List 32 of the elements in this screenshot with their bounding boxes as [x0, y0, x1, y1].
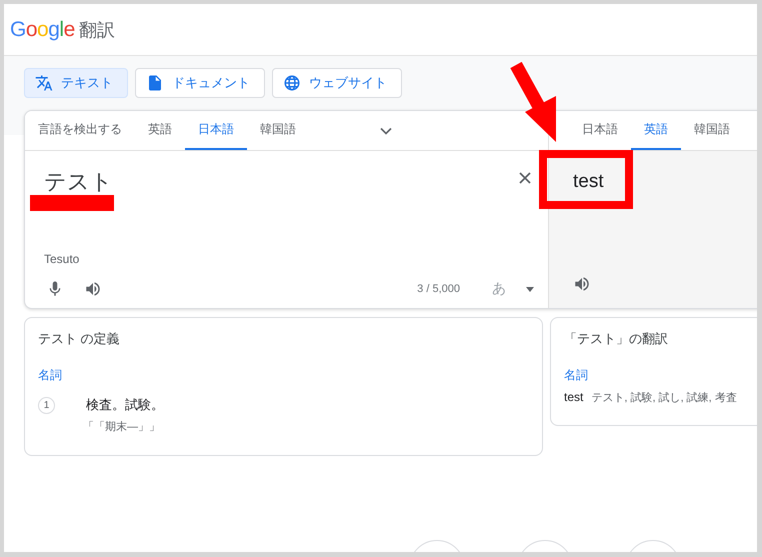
- close-icon[interactable]: [518, 171, 532, 185]
- definition-text: 検査。試験。: [86, 396, 164, 414]
- speaker-icon[interactable]: [573, 275, 591, 293]
- document-icon: [146, 74, 164, 92]
- google-logo[interactable]: Google: [10, 18, 75, 42]
- app-title: 翻訳: [78, 18, 115, 42]
- translated-text: test: [573, 171, 605, 193]
- caret-icon[interactable]: [526, 286, 534, 292]
- language-tab[interactable]: 韓国語: [247, 111, 309, 150]
- language-tab[interactable]: 韓国語: [681, 111, 743, 150]
- language-tab[interactable]: 言語を検出する: [25, 111, 135, 150]
- part-of-speech: 名詞: [564, 367, 589, 384]
- transliteration: Tesuto: [44, 252, 80, 266]
- definition-number: 1: [38, 397, 55, 414]
- translate-icon: [35, 74, 53, 92]
- language-tab[interactable]: 英語: [135, 111, 185, 150]
- language-tab[interactable]: 日本語: [569, 111, 631, 150]
- language-tab[interactable]: 日本語: [185, 111, 247, 150]
- globe-icon: [283, 74, 301, 92]
- speaker-icon[interactable]: [84, 280, 102, 298]
- mode-tab[interactable]: ウェブサイト: [272, 68, 402, 98]
- character-count: 3 / 5,000: [417, 283, 460, 295]
- input-tool-label[interactable]: あ: [492, 280, 506, 298]
- translation-word: test: [564, 390, 584, 405]
- part-of-speech: 名詞: [38, 367, 63, 384]
- translations-title: 「テスト」の翻訳: [564, 330, 669, 348]
- mode-tab[interactable]: ドキュメント: [135, 68, 265, 98]
- definition-title: テスト の定義: [38, 330, 121, 348]
- mode-tab[interactable]: テキスト: [24, 68, 128, 98]
- reverse-translations: テスト, 試験, 試し, 試練, 考査: [591, 391, 737, 405]
- source-text-input[interactable]: テスト: [44, 167, 534, 197]
- example-text: 「「期末—」」: [83, 420, 161, 434]
